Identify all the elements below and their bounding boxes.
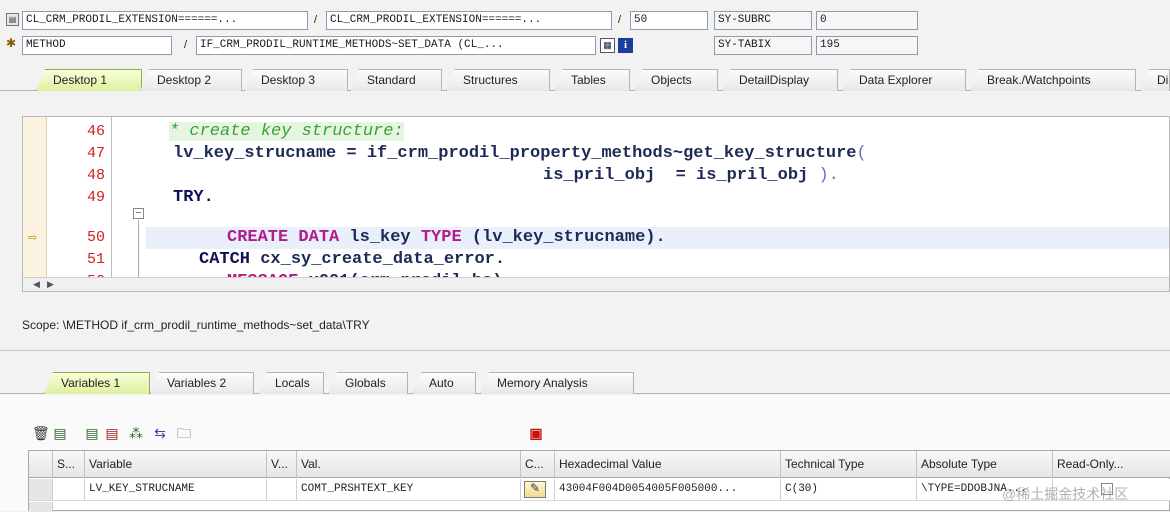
code-line-51: CATCH cx_sy_create_data_error. xyxy=(199,249,505,271)
sy-tabix-label: SY-TABIX xyxy=(714,36,812,55)
edit-pencil-icon[interactable]: ✎ xyxy=(524,481,546,498)
tab-data-explorer[interactable]: Data Explorer xyxy=(842,69,966,91)
variable-list-icon[interactable]: ▤ xyxy=(84,425,100,441)
code-line-49: TRY. xyxy=(173,187,214,209)
tab-structures[interactable]: Structures xyxy=(446,69,550,91)
separator: / xyxy=(184,39,188,51)
event-name-field[interactable]: IF_CRM_PRODIL_RUNTIME_METHODS~SET_DATA (… xyxy=(196,36,596,55)
col-header-read-only[interactable]: Read-Only... xyxy=(1053,451,1170,478)
tab-breakpoints[interactable]: Break./Watchpoints xyxy=(970,69,1136,91)
line-number-field[interactable]: 50 xyxy=(630,11,708,30)
sy-subrc-value: 0 xyxy=(816,11,918,30)
value-cell[interactable]: COMT_PRSHTEXT_KEY xyxy=(297,479,521,501)
tab-auto[interactable]: Auto xyxy=(412,372,476,394)
hierarchy-icon[interactable]: ⁂ xyxy=(128,425,144,441)
code-keyword: TYPE xyxy=(420,228,462,247)
share-icon[interactable]: ⇆ xyxy=(152,425,168,441)
tab-variables-2[interactable]: Variables 2 xyxy=(150,372,254,394)
tab-memory-analysis[interactable]: Memory Analysis xyxy=(480,372,634,394)
scope-line: Scope: \METHOD if_crm_prodil_runtime_met… xyxy=(22,318,370,332)
col-header-c[interactable]: C... xyxy=(521,451,555,478)
separator: / xyxy=(314,14,318,26)
col-header-hex[interactable]: Hexadecimal Value xyxy=(555,451,781,478)
method-icon: ✱ xyxy=(6,36,17,50)
tab-variables-1[interactable]: Variables 1 xyxy=(44,372,150,394)
code-text: cx_sy_create_data_error. xyxy=(250,250,506,269)
fold-line xyxy=(138,220,139,280)
col-header-variable[interactable]: Variable xyxy=(85,451,267,478)
delete-icon[interactable]: 🗑 xyxy=(32,425,50,441)
variable-cell[interactable]: LV_KEY_STRUCNAME xyxy=(85,479,267,501)
current-line-arrow-icon: ⇨ xyxy=(28,232,38,244)
technical-type-cell: C(30) xyxy=(781,479,917,501)
code-keyword: TRY. xyxy=(173,188,214,207)
code-keyword: CATCH xyxy=(199,250,251,269)
v-cell xyxy=(267,479,297,501)
desktop-tabstrip: Desktop 1 Desktop 2 Desktop 3 Standard S… xyxy=(0,67,1170,91)
code-text: is_pril_obj = is_pril_obj xyxy=(543,166,819,185)
variable-detail-icon[interactable]: ▤ xyxy=(52,425,68,441)
comment: * create key structure: xyxy=(169,122,404,141)
col-header-v[interactable]: V... xyxy=(267,451,297,478)
code-keyword: CREATE DATA xyxy=(227,228,340,247)
separator: / xyxy=(618,14,622,26)
collapse-icon[interactable]: − xyxy=(133,208,144,219)
code-line-50: CREATE DATA ls_key TYPE (lv_key_strucnam… xyxy=(227,227,666,249)
breakpoint-gutter[interactable] xyxy=(23,117,47,291)
code-punct: ). xyxy=(818,166,839,185)
tab-tables[interactable]: Tables xyxy=(554,69,630,91)
status-cell xyxy=(53,479,85,501)
code-line-47: lv_key_strucname = if_crm_prodil_propert… xyxy=(173,143,867,165)
panel-divider xyxy=(0,350,1170,351)
line-number: 51 xyxy=(86,251,105,268)
sy-tabix-value: 195 xyxy=(816,36,918,55)
code-text: ls_key xyxy=(339,228,421,247)
program-main-field[interactable]: CL_CRM_PRODIL_EXTENSION======... xyxy=(22,11,308,30)
horizontal-scrollbar[interactable]: ◀ ▶ xyxy=(23,277,1169,291)
event-type-field[interactable]: METHOD xyxy=(22,36,172,55)
col-header-technical-type[interactable]: Technical Type xyxy=(781,451,917,478)
code-line-48: is_pril_obj = is_pril_obj ). xyxy=(543,165,839,187)
col-header-select[interactable] xyxy=(29,451,53,478)
row-selector[interactable] xyxy=(29,479,53,501)
line-number: 50 xyxy=(86,229,105,246)
tab-desktop-1[interactable]: Desktop 1 xyxy=(36,69,142,91)
variables-tabstrip: Variables 1 Variables 2 Locals Globals A… xyxy=(0,370,1170,394)
tab-globals[interactable]: Globals xyxy=(328,372,408,394)
code-punct: ( xyxy=(856,144,867,163)
code-text: (lv_key_strucname). xyxy=(461,228,666,247)
table-icon[interactable]: ▦ xyxy=(600,38,615,53)
folder-icon[interactable]: 🗀 xyxy=(176,425,192,441)
tab-di[interactable]: Di xyxy=(1140,69,1170,91)
line-number: 46 xyxy=(86,123,105,140)
col-header-absolute-type[interactable]: Absolute Type xyxy=(917,451,1053,478)
tab-standard[interactable]: Standard xyxy=(350,69,442,91)
save-icon[interactable]: ▣ xyxy=(528,425,544,441)
watermark: @稀土掘金技术社区 xyxy=(1002,486,1129,502)
variables-table: S... Variable V... Val. C... Hexadecimal… xyxy=(28,450,1170,512)
tab-objects[interactable]: Objects xyxy=(634,69,718,91)
tab-desktop-2[interactable]: Desktop 2 xyxy=(140,69,242,91)
line-number: 47 xyxy=(86,145,105,162)
change-cell: ✎ xyxy=(521,479,555,501)
sy-subrc-label: SY-SUBRC xyxy=(714,11,812,30)
scroll-right-icon[interactable]: ▶ xyxy=(47,278,54,291)
code-line-46: * create key structure: xyxy=(169,121,404,143)
tab-detaildisplay[interactable]: DetailDisplay xyxy=(722,69,838,91)
program-include-field[interactable]: CL_CRM_PRODIL_EXTENSION======... xyxy=(326,11,612,30)
hex-cell: 43004F004D0054005F005000... xyxy=(555,479,781,501)
source-code-viewer[interactable]: ⇨ 46 47 48 49 50 51 52 − * create key st… xyxy=(22,116,1170,292)
program-select-icon[interactable]: ▤ xyxy=(6,13,19,26)
line-number-divider xyxy=(111,117,112,291)
line-number: 49 xyxy=(86,189,105,206)
line-number: 48 xyxy=(86,167,105,184)
info-icon[interactable]: i xyxy=(618,38,633,53)
tab-desktop-3[interactable]: Desktop 3 xyxy=(244,69,348,91)
col-header-s[interactable]: S... xyxy=(53,451,85,478)
tab-locals[interactable]: Locals xyxy=(258,372,324,394)
variable-export-icon[interactable]: ▤ xyxy=(104,425,120,441)
col-header-value[interactable]: Val. xyxy=(297,451,521,478)
scroll-left-icon[interactable]: ◀ xyxy=(33,278,40,291)
code-text: lv_key_strucname = if_crm_prodil_propert… xyxy=(173,144,857,163)
